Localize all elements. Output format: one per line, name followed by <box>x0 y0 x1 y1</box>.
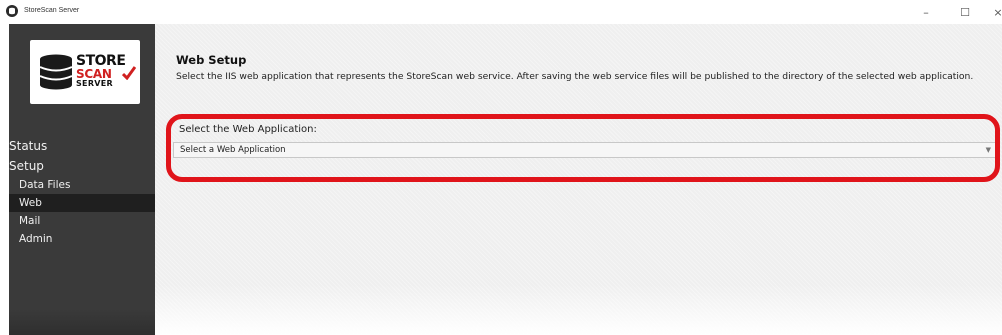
storescan-logo: STORE SCAN SERVER <box>30 40 140 104</box>
nav-setup[interactable]: Setup <box>9 156 155 176</box>
page-title: Web Setup <box>176 53 247 67</box>
sidebar-footer <box>9 309 155 335</box>
chevron-down-icon[interactable]: ▼ <box>986 144 991 156</box>
sidebar: STORE SCAN SERVER Status Setup Data File… <box>9 24 155 335</box>
app-logo-icon <box>9 7 15 15</box>
minimize-button[interactable]: – <box>916 3 936 21</box>
logo-server-text: SERVER <box>76 79 114 88</box>
main-content: Web Setup Select the IIS web application… <box>155 24 1002 335</box>
nav-web[interactable]: Web <box>9 194 155 212</box>
nav-status[interactable]: Status <box>9 136 155 156</box>
web-application-select[interactable]: Select a Web Application ▼ <box>173 142 1000 158</box>
close-button[interactable]: × <box>988 3 1002 21</box>
web-application-label: Select the Web Application: <box>179 124 317 135</box>
window-title: StoreScan Server <box>24 7 80 14</box>
select-value: Select a Web Application <box>180 145 286 155</box>
title-bar: StoreScan Server – ☐ × <box>0 0 1002 24</box>
sidebar-nav: Status Setup Data Files Web Mail Admin <box>9 136 155 248</box>
maximize-button[interactable]: ☐ <box>955 3 975 21</box>
page-description: Select the IIS web application that repr… <box>176 71 974 82</box>
checkmark-icon <box>122 66 136 80</box>
bottom-fade <box>155 285 1002 335</box>
database-icon <box>39 54 73 90</box>
app-window: StoreScan Server – ☐ × STORE SCAN SERVER <box>0 0 1002 335</box>
app-icon <box>6 5 18 17</box>
nav-data-files[interactable]: Data Files <box>9 176 155 194</box>
nav-admin[interactable]: Admin <box>9 230 155 248</box>
nav-mail[interactable]: Mail <box>9 212 155 230</box>
